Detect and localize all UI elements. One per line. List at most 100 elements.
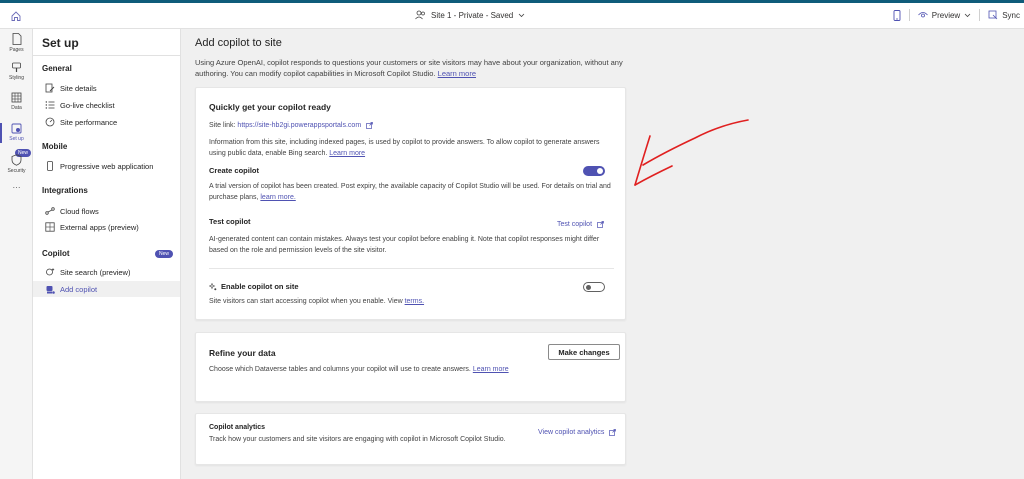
refine-data-text: Choose which Dataverse tables and column…: [209, 366, 471, 373]
checklist-icon: [45, 101, 55, 109]
sidebar-item-label: Site details: [60, 83, 97, 93]
search-sparkle-icon: [46, 268, 55, 276]
sidebar-item-label: Add copilot: [60, 284, 98, 294]
paintbrush-icon: [12, 62, 21, 72]
enable-copilot-row: Enable copilot on site: [209, 282, 299, 291]
sidebar-item-label: Progressive web application: [60, 161, 154, 171]
external-link-icon: [609, 428, 617, 436]
gauge-icon: [45, 117, 55, 127]
test-copilot-text: AI-generated content can contain mistake…: [209, 236, 600, 254]
info-text-block: Information from this site, including in…: [209, 138, 609, 159]
chevron-down-icon: [964, 13, 971, 17]
left-rail: Pages Styling Data Set up New Security ·…: [0, 29, 33, 479]
top-bar: Site 1 - Private - Saved Preview Sync: [0, 3, 1024, 29]
terms-link[interactable]: terms.: [405, 298, 424, 305]
create-copilot-text-block: A trial version of copilot has been crea…: [209, 182, 611, 203]
page-description: Using Azure OpenAI, copilot responds to …: [195, 57, 643, 79]
sidebar-item-site-search[interactable]: Site search (preview): [33, 264, 180, 280]
preview-button[interactable]: Preview: [917, 10, 971, 20]
sidebar-item-label: Cloud flows: [60, 206, 99, 216]
sidebar-divider: [33, 55, 181, 56]
sidebar-item-site-performance[interactable]: Site performance: [33, 114, 180, 130]
rail-more-button[interactable]: ···: [0, 183, 33, 192]
home-icon[interactable]: [10, 10, 22, 22]
page-title: Add copilot to site: [195, 37, 282, 49]
grid-icon: [45, 222, 55, 232]
rail-data-label: Data: [11, 105, 22, 111]
table-icon: [11, 92, 22, 103]
site-link[interactable]: https://site-hb2gi.powerappsportals.com: [237, 122, 361, 129]
external-link-icon[interactable]: [366, 121, 373, 129]
test-copilot-label: Test copilot: [209, 217, 251, 226]
rail-styling-label: Styling: [8, 75, 24, 81]
sidebar-item-pwa[interactable]: Progressive web application: [33, 158, 180, 174]
test-copilot-link[interactable]: Test copilot: [557, 221, 592, 228]
rail-setup[interactable]: Set up: [0, 123, 33, 142]
copilot-ready-card: Quickly get your copilot ready Site link…: [195, 87, 626, 320]
copilot-analytics-card: Copilot analytics Track how your custome…: [195, 413, 626, 465]
analytics-link-row[interactable]: View copilot analytics: [538, 428, 617, 439]
sparkle-icon: [209, 282, 217, 290]
eye-icon: [917, 12, 928, 18]
sidebar-item-add-copilot[interactable]: Add copilot: [33, 281, 180, 297]
trial-learn-more-link[interactable]: learn more.: [260, 194, 295, 201]
setup-icon: [11, 123, 22, 134]
sidebar-item-label: Go-live checklist: [60, 100, 115, 110]
copilot-new-badge: New: [154, 250, 173, 258]
mobile-icon: [47, 161, 53, 171]
sidebar-item-external-apps[interactable]: External apps (preview): [33, 219, 180, 235]
sidebar-item-site-details[interactable]: Site details: [33, 80, 180, 96]
people-icon: [415, 10, 425, 20]
rail-data[interactable]: Data: [0, 92, 33, 111]
section-mobile: Mobile: [42, 142, 68, 151]
learn-more-link[interactable]: Learn more: [438, 69, 476, 78]
mobile-preview-icon[interactable]: [893, 9, 901, 21]
card-title: Quickly get your copilot ready: [209, 102, 331, 112]
create-copilot-label: Create copilot: [209, 166, 260, 175]
sidebar-item-go-live[interactable]: Go-live checklist: [33, 97, 180, 113]
setup-sidebar: Set up General Site details Go-live chec…: [33, 29, 181, 479]
card-title: Refine your data: [209, 348, 276, 358]
rail-security-label: Security: [7, 168, 26, 174]
view-analytics-link[interactable]: View copilot analytics: [538, 429, 604, 436]
sync-label: Sync: [1002, 10, 1020, 20]
shield-icon: [11, 154, 22, 166]
sidebar-item-label: Site search (preview): [60, 267, 131, 277]
refine-data-card: Refine your data Make changes Choose whi…: [195, 332, 626, 402]
enable-copilot-toggle[interactable]: [583, 282, 605, 292]
sidebar-item-cloud-flows[interactable]: Cloud flows: [33, 203, 180, 219]
make-changes-button[interactable]: Make changes: [548, 344, 620, 360]
enable-copilot-text: Site visitors can start accessing copilo…: [209, 298, 403, 305]
site-link-label: Site link:: [209, 122, 236, 129]
rail-pages[interactable]: Pages: [0, 33, 33, 53]
enable-copilot-text-block: Site visitors can start accessing copilo…: [209, 297, 424, 308]
create-copilot-toggle[interactable]: [583, 166, 605, 176]
info-learn-more-link[interactable]: Learn more: [329, 150, 365, 157]
card-divider: [209, 268, 614, 269]
site-title[interactable]: Site 1 - Private - Saved: [415, 10, 525, 20]
flow-icon: [45, 207, 55, 215]
more-icon: ···: [12, 183, 21, 192]
test-copilot-link-row[interactable]: Test copilot: [557, 220, 604, 231]
rail-pages-label: Pages: [9, 47, 24, 53]
sidebar-item-label: Site performance: [60, 117, 118, 127]
edit-document-icon: [45, 83, 55, 93]
preview-label: Preview: [931, 10, 961, 20]
page-description-text: Using Azure OpenAI, copilot responds to …: [195, 58, 623, 78]
analytics-text: Track how your customers and site visito…: [209, 436, 506, 443]
red-arrow-annotation: [634, 119, 749, 186]
section-copilot: Copilot: [42, 249, 70, 258]
sync-button[interactable]: Sync: [988, 10, 1020, 20]
info-text: Information from this site, including in…: [209, 139, 600, 157]
sidebar-title: Set up: [42, 36, 79, 50]
sync-icon: [988, 10, 998, 20]
site-link-row: Site link: https://site-hb2gi.powerappsp…: [209, 121, 373, 132]
rail-styling[interactable]: Styling: [0, 62, 33, 81]
bot-icon: [46, 286, 55, 294]
refine-learn-more-link[interactable]: Learn more: [473, 366, 509, 373]
section-integrations: Integrations: [42, 186, 88, 195]
rail-security[interactable]: Security: [0, 154, 33, 174]
toolbar-divider: [979, 9, 981, 21]
external-link-icon: [597, 220, 604, 228]
sidebar-item-label: External apps (preview): [60, 222, 139, 232]
